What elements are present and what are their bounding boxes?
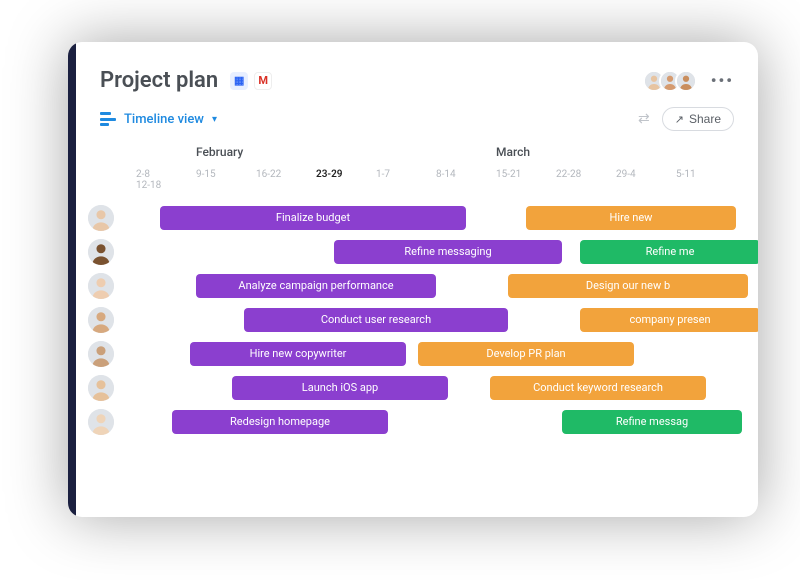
- assignee-avatar[interactable]: [88, 341, 114, 367]
- task-bar[interactable]: Refine messaging: [334, 240, 562, 264]
- task-bar[interactable]: Conduct user research: [244, 308, 508, 332]
- gantt-row: Refine messaging Refine me: [88, 235, 758, 269]
- gantt-track: Redesign homepage Refine messag: [136, 410, 758, 434]
- collaborator-avatars[interactable]: [649, 70, 697, 92]
- page-title: Project plan: [100, 68, 218, 93]
- gantt-row: Analyze campaign performance Design our n…: [88, 269, 758, 303]
- chevron-down-icon: ▾: [212, 114, 217, 125]
- week-label: 16-22: [256, 169, 316, 180]
- timeline-header: February March 2-89-1516-2223-291-78-1415…: [76, 145, 758, 201]
- share-icon: ↗: [675, 113, 684, 126]
- task-bar[interactable]: Launch iOS app: [232, 376, 448, 400]
- gantt-row: Hire new copywriter Develop PR plan: [88, 337, 758, 371]
- task-bar[interactable]: Analyze campaign performance: [196, 274, 436, 298]
- month-label: March: [496, 145, 556, 163]
- week-label: 23-29: [316, 169, 376, 180]
- task-bar[interactable]: Develop PR plan: [418, 342, 634, 366]
- app-window: Project plan ▦ M ••• Timeline view ▾ ⇄: [68, 42, 758, 517]
- gantt-row: Redesign homepage Refine messag: [88, 405, 758, 439]
- more-menu-icon[interactable]: •••: [711, 71, 734, 90]
- gmail-icon[interactable]: M: [254, 72, 272, 90]
- week-label: 12-18: [136, 180, 196, 191]
- task-bar[interactable]: Design our new b: [508, 274, 748, 298]
- task-bar[interactable]: Hire new copywriter: [190, 342, 406, 366]
- week-label: 2-8: [136, 169, 196, 180]
- week-label: 9-15: [196, 169, 256, 180]
- week-label: 15-21: [496, 169, 556, 180]
- gantt-track: Refine messaging Refine me: [136, 240, 758, 264]
- gantt-row: Launch iOS app Conduct keyword research: [88, 371, 758, 405]
- task-bar[interactable]: Conduct keyword research: [490, 376, 706, 400]
- task-bar[interactable]: Refine messag: [562, 410, 742, 434]
- assignee-avatar[interactable]: [88, 205, 114, 231]
- share-button[interactable]: ↗ Share: [662, 107, 734, 131]
- gantt-rows: Finalize budgetHire newRefine messagingR…: [76, 201, 758, 517]
- gantt-track: Analyze campaign performance Design our n…: [136, 274, 758, 298]
- filter-icon[interactable]: ⇄: [638, 111, 650, 127]
- months-row: February March: [136, 145, 758, 163]
- collaborator-avatar[interactable]: [675, 70, 697, 92]
- timeline-icon: [100, 112, 116, 126]
- gantt-row: Conduct user research company presen: [88, 303, 758, 337]
- toolbar: Timeline view ▾ ⇄ ↗ Share: [76, 99, 758, 145]
- view-label: Timeline view: [124, 112, 204, 127]
- calendar-icon[interactable]: ▦: [230, 72, 248, 90]
- gantt-track: Finalize budget Hire new: [136, 206, 758, 230]
- task-bar[interactable]: Refine me: [580, 240, 758, 264]
- week-label: 8-14: [436, 169, 496, 180]
- gantt-track: Launch iOS app Conduct keyword research: [136, 376, 758, 400]
- week-label: 29-4: [616, 169, 676, 180]
- integration-icons: ▦ M: [230, 72, 272, 90]
- task-bar[interactable]: Redesign homepage: [172, 410, 388, 434]
- header: Project plan ▦ M •••: [76, 42, 758, 99]
- gantt-track: Conduct user research company presen: [136, 308, 758, 332]
- week-label: 22-28: [556, 169, 616, 180]
- assignee-avatar[interactable]: [88, 273, 114, 299]
- week-label: 1-7: [376, 169, 436, 180]
- task-bar[interactable]: company presen: [580, 308, 758, 332]
- assignee-avatar[interactable]: [88, 307, 114, 333]
- month-label: February: [196, 145, 256, 163]
- week-label: 5-11: [676, 169, 736, 180]
- share-label: Share: [689, 112, 721, 126]
- left-stripe: [68, 42, 76, 517]
- task-bar[interactable]: Finalize budget: [160, 206, 466, 230]
- weeks-row: 2-89-1516-2223-291-78-1415-2122-2829-45-…: [136, 163, 758, 201]
- view-switcher[interactable]: Timeline view ▾: [100, 112, 217, 127]
- assignee-avatar[interactable]: [88, 409, 114, 435]
- assignee-avatar[interactable]: [88, 239, 114, 265]
- assignee-avatar[interactable]: [88, 375, 114, 401]
- task-bar[interactable]: Hire new: [526, 206, 736, 230]
- gantt-track: Hire new copywriter Develop PR plan: [136, 342, 758, 366]
- gantt-row: Finalize budget Hire new: [88, 201, 758, 235]
